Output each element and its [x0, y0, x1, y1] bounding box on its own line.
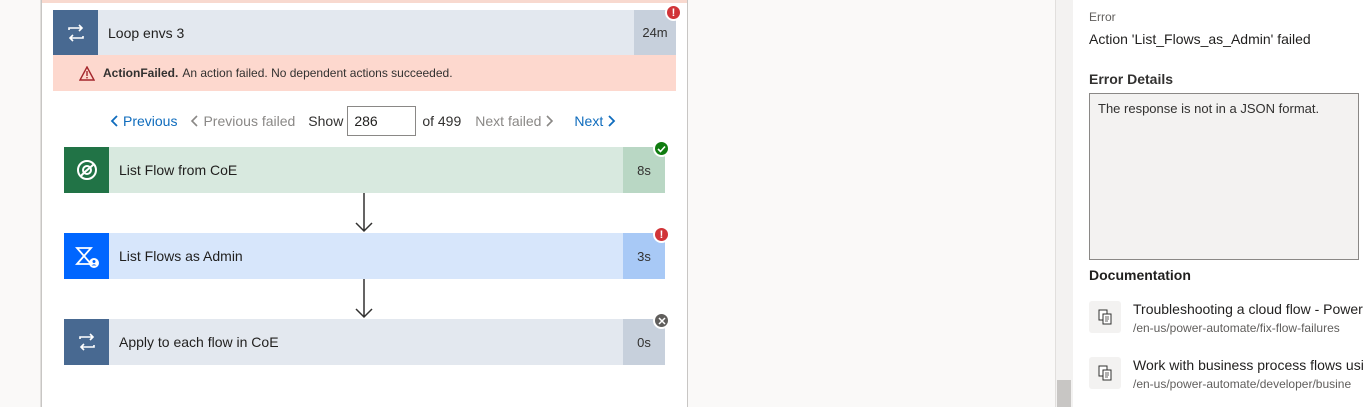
of-total-label: of 499	[422, 113, 462, 129]
loop-title: Loop envs 3	[108, 24, 185, 41]
top-accent	[42, 0, 687, 3]
action-label: Apply to each flow in CoE	[119, 334, 279, 350]
doc-link-title[interactable]: Troubleshooting a cloud flow - Power	[1133, 301, 1363, 317]
loop-header[interactable]: Loop envs 3 24m	[53, 10, 676, 55]
action-list-flows-as-admin[interactable]: List Flows as Admin 3s	[64, 233, 665, 279]
show-label: Show	[308, 113, 344, 129]
canvas-gutter	[0, 0, 41, 407]
doc-link-path: /en-us/power-automate/developer/busine	[1133, 377, 1352, 391]
skipped-badge-icon	[653, 312, 670, 329]
chevron-left-icon	[110, 115, 118, 127]
action-list-flow-from-coe[interactable]: List Flow from CoE 8s	[64, 147, 665, 193]
doc-link-title[interactable]: Work with business process flows usi	[1133, 357, 1363, 373]
action-label: List Flows as Admin	[119, 248, 243, 264]
chevron-left-icon	[191, 115, 199, 127]
copy-document-icon	[1089, 357, 1121, 389]
doc-link-item[interactable]: Work with business process flows usi /en…	[1089, 357, 1363, 397]
previous-label: Previous	[123, 113, 178, 129]
error-banner: ActionFailed. An action failed. No depen…	[53, 55, 676, 91]
copy-document-icon	[1089, 301, 1121, 333]
iteration-pager: Previous Previous failed Show of 499 Nex…	[42, 106, 689, 136]
warning-icon	[79, 65, 95, 81]
error-details-box[interactable]: The response is not in a JSON format.	[1089, 93, 1359, 260]
chevron-right-icon	[546, 115, 554, 127]
loop-card: Loop envs 3 24m ! ActionFailed. An actio…	[41, 0, 688, 407]
error-label: Error	[1089, 10, 1116, 24]
error-value: Action 'List_Flows_as_Admin' failed	[1089, 31, 1311, 47]
doc-link-path: /en-us/power-automate/fix-flow-failures	[1133, 321, 1340, 335]
action-label: List Flow from CoE	[119, 162, 238, 178]
loop-icon	[53, 10, 98, 55]
chevron-right-icon	[608, 115, 616, 127]
previous-button[interactable]: Previous	[110, 113, 177, 129]
next-label: Next	[574, 113, 604, 129]
next-button[interactable]: Next	[574, 113, 616, 129]
error-badge-icon: !	[653, 226, 670, 243]
dataverse-icon	[64, 147, 109, 193]
error-badge-icon: !	[665, 4, 682, 21]
iteration-input[interactable]	[347, 106, 417, 136]
next-failed-button[interactable]: Next failed	[475, 113, 554, 129]
success-badge-icon	[653, 140, 670, 157]
arrow-down-icon	[355, 193, 373, 233]
documentation-title: Documentation	[1089, 267, 1191, 283]
doc-link-item[interactable]: Troubleshooting a cloud flow - Power /en…	[1089, 301, 1363, 341]
arrow-down-icon	[355, 279, 373, 319]
error-message: An action failed. No dependent actions s…	[182, 66, 453, 80]
loop-icon	[64, 319, 109, 365]
error-details-title: Error Details	[1089, 71, 1174, 87]
scrollbar-track[interactable]	[1055, 0, 1073, 407]
next-failed-label: Next failed	[475, 113, 542, 129]
power-automate-admin-icon	[64, 233, 109, 279]
previous-failed-button[interactable]: Previous failed	[190, 113, 295, 129]
scrollbar-thumb[interactable]	[1057, 380, 1071, 407]
action-apply-to-each-flow-in-coe[interactable]: Apply to each flow in CoE 0s	[64, 319, 665, 365]
error-code: ActionFailed.	[103, 66, 179, 80]
previous-failed-label: Previous failed	[203, 113, 296, 129]
run-details-panel: Error Action 'List_Flows_as_Admin' faile…	[1073, 0, 1363, 407]
